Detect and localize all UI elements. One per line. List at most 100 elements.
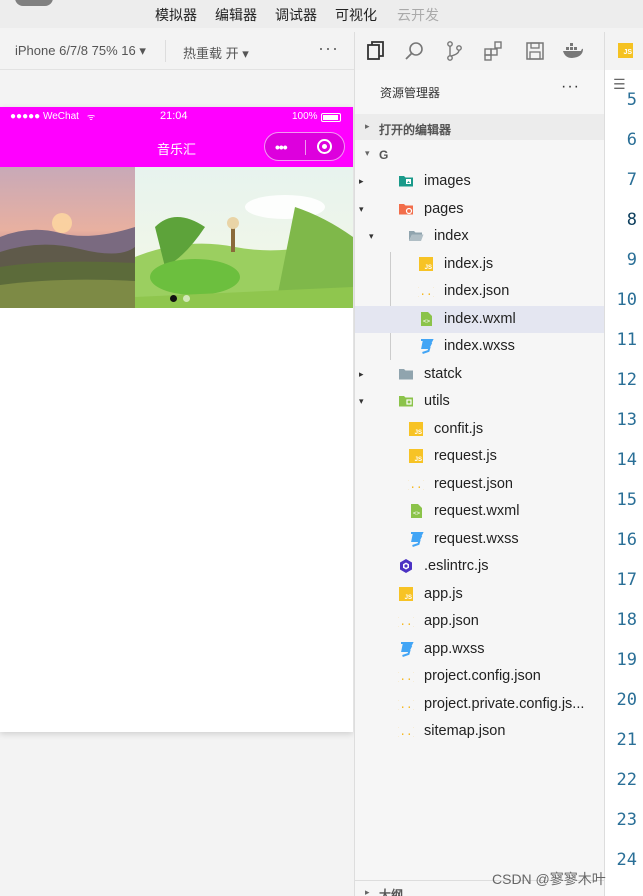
js-file-icon: JS (398, 586, 414, 602)
json-file-icon: {..} (393, 723, 420, 739)
svg-text:JS: JS (405, 595, 412, 601)
tree-item[interactable]: ▸ statck (355, 361, 605, 388)
line-number: 14 (616, 450, 637, 470)
swiper-dot-active[interactable] (170, 295, 177, 302)
chevron-right-icon[interactable]: ▸ (359, 176, 364, 187)
menu-visual[interactable]: 可视化 (335, 5, 377, 25)
menu-cloud[interactable]: 云开发 (397, 5, 439, 25)
chevron-right-icon: ▸ (365, 887, 370, 896)
tree-item[interactable]: <> request.wxml (355, 498, 605, 525)
phone-nav-bar: 音乐汇 ••• (0, 127, 353, 167)
tree-item[interactable]: JS app.js (355, 581, 605, 608)
tree-item-label: request.wxml (434, 503, 520, 519)
tree-item[interactable]: <> index.wxml (355, 305, 605, 333)
source-control-icon[interactable] (443, 40, 465, 62)
folder-open-icon (408, 228, 424, 244)
docker-icon[interactable] (562, 40, 584, 62)
battery-percent: 100% (292, 111, 318, 122)
search-icon[interactable] (403, 40, 425, 62)
extensions-icon[interactable] (482, 40, 504, 62)
tree-item[interactable]: ▾ pages (355, 196, 605, 223)
close-circle-icon[interactable] (317, 139, 332, 154)
chevron-right-icon[interactable]: ▸ (359, 369, 364, 380)
tree-item-label: images (424, 173, 471, 189)
line-number: 11 (616, 330, 637, 350)
tree-item-label: index.js (444, 255, 494, 272)
project-section[interactable]: ▾ G (355, 141, 605, 167)
toolbar-more-button[interactable]: ··· (318, 38, 339, 59)
tree-item-label: index.json (444, 283, 510, 299)
line-number: 22 (616, 770, 637, 790)
chevron-down-icon: ▾ (365, 148, 370, 158)
open-editors-label: 打开的编辑器 (379, 123, 452, 137)
tree-item-label: sitemap.json (424, 723, 506, 739)
explorer-header: 资源管理器 ··· (355, 70, 605, 112)
open-editors-section[interactable]: ▸ 打开的编辑器 (355, 114, 605, 140)
tree-item[interactable]: app.wxss (355, 636, 605, 663)
folder-icon (398, 366, 414, 382)
js-file-icon: JS (408, 421, 424, 437)
explorer-more-button[interactable]: ··· (561, 78, 580, 96)
js-file-icon: JS (618, 43, 633, 58)
chevron-down-icon[interactable]: ▾ (359, 396, 364, 407)
line-number: 8 (626, 210, 637, 230)
line-number: 20 (616, 690, 637, 710)
tree-item-label: request.json (434, 475, 513, 492)
tree-item[interactable]: {..} request.json (355, 471, 605, 498)
hot-reload-toggle[interactable]: 热重载 开 ▾ (183, 43, 249, 62)
tree-item[interactable]: {..} project.config.json (355, 663, 605, 690)
more-dots-icon[interactable]: ••• (275, 139, 288, 155)
avatar[interactable] (15, 0, 53, 6)
line-number: 16 (616, 530, 637, 550)
menu-simulator[interactable]: 模拟器 (155, 5, 197, 25)
capsule-divider (305, 140, 306, 155)
line-number: 5 (626, 90, 637, 110)
line-number: 12 (616, 370, 637, 390)
menu-bar: 模拟器 编辑器 调试器 可视化 云开发 (0, 0, 643, 28)
simulator-toolbar: iPhone 6/7/8 75% 16 ▾ 热重载 开 ▾ ··· (0, 32, 354, 70)
tree-item[interactable]: .eslintrc.js (355, 553, 605, 580)
banner-image-cartoon (135, 167, 353, 308)
tree-item[interactable]: JS index.js (355, 251, 605, 278)
svg-text:{..}: {..} (418, 285, 434, 298)
chevron-down-icon[interactable]: ▾ (359, 204, 364, 215)
menu-editor[interactable]: 编辑器 (215, 5, 257, 25)
devtools-window: 模拟器 编辑器 调试器 可视化 云开发 iPhone 6/7/8 75% 16 … (0, 0, 643, 896)
tree-item[interactable]: {..} project.private.config.js... (355, 691, 605, 718)
chevron-down-icon[interactable]: ▾ (369, 231, 374, 242)
line-number: 24 (616, 850, 637, 870)
tree-item-label: statck (424, 365, 462, 382)
project-label: G (379, 148, 389, 162)
banner-image-sunset (0, 167, 135, 308)
swiper-indicator (170, 289, 196, 307)
tree-item-label: pages (424, 200, 464, 217)
wxss-file-icon (418, 338, 434, 354)
svg-text:{..}: {..} (398, 698, 414, 711)
tree-item-label: index (434, 228, 469, 244)
tree-item[interactable]: JS request.js (355, 443, 605, 470)
tree-item[interactable]: JS confit.js (355, 416, 605, 443)
swiper-dot[interactable] (183, 295, 190, 302)
line-number: 17 (616, 570, 637, 590)
js-file-icon: JS (418, 256, 434, 272)
eslint-file-icon (398, 558, 414, 574)
tree-item[interactable]: request.wxss (355, 526, 605, 553)
json-file-icon: {..} (413, 283, 440, 299)
line-number: 18 (616, 610, 637, 630)
tree-item[interactable]: ▸ images (355, 168, 605, 195)
files-icon[interactable] (365, 40, 387, 62)
tree-item[interactable]: ▾ utils (355, 388, 605, 415)
menu-debugger[interactable]: 调试器 (275, 5, 317, 25)
tree-item[interactable]: index.wxss (355, 333, 605, 360)
line-number: 7 (626, 170, 637, 190)
tree-item[interactable]: {..} app.json (355, 608, 605, 635)
toolbar-divider (165, 40, 166, 62)
editor-tab[interactable]: JS (605, 32, 643, 70)
device-select[interactable]: iPhone 6/7/8 75% 16 ▾ (15, 43, 146, 59)
tree-item[interactable]: {..} sitemap.json (355, 718, 605, 745)
tree-item[interactable]: ▾ index (355, 223, 605, 250)
simulator-area: ●●●●● WeChat ᯤ 21:04 100% 音乐汇 ••• (0, 71, 354, 896)
banner-swiper[interactable] (0, 167, 353, 308)
storage-icon[interactable] (524, 40, 546, 62)
tree-item[interactable]: {..} index.json (355, 278, 605, 305)
